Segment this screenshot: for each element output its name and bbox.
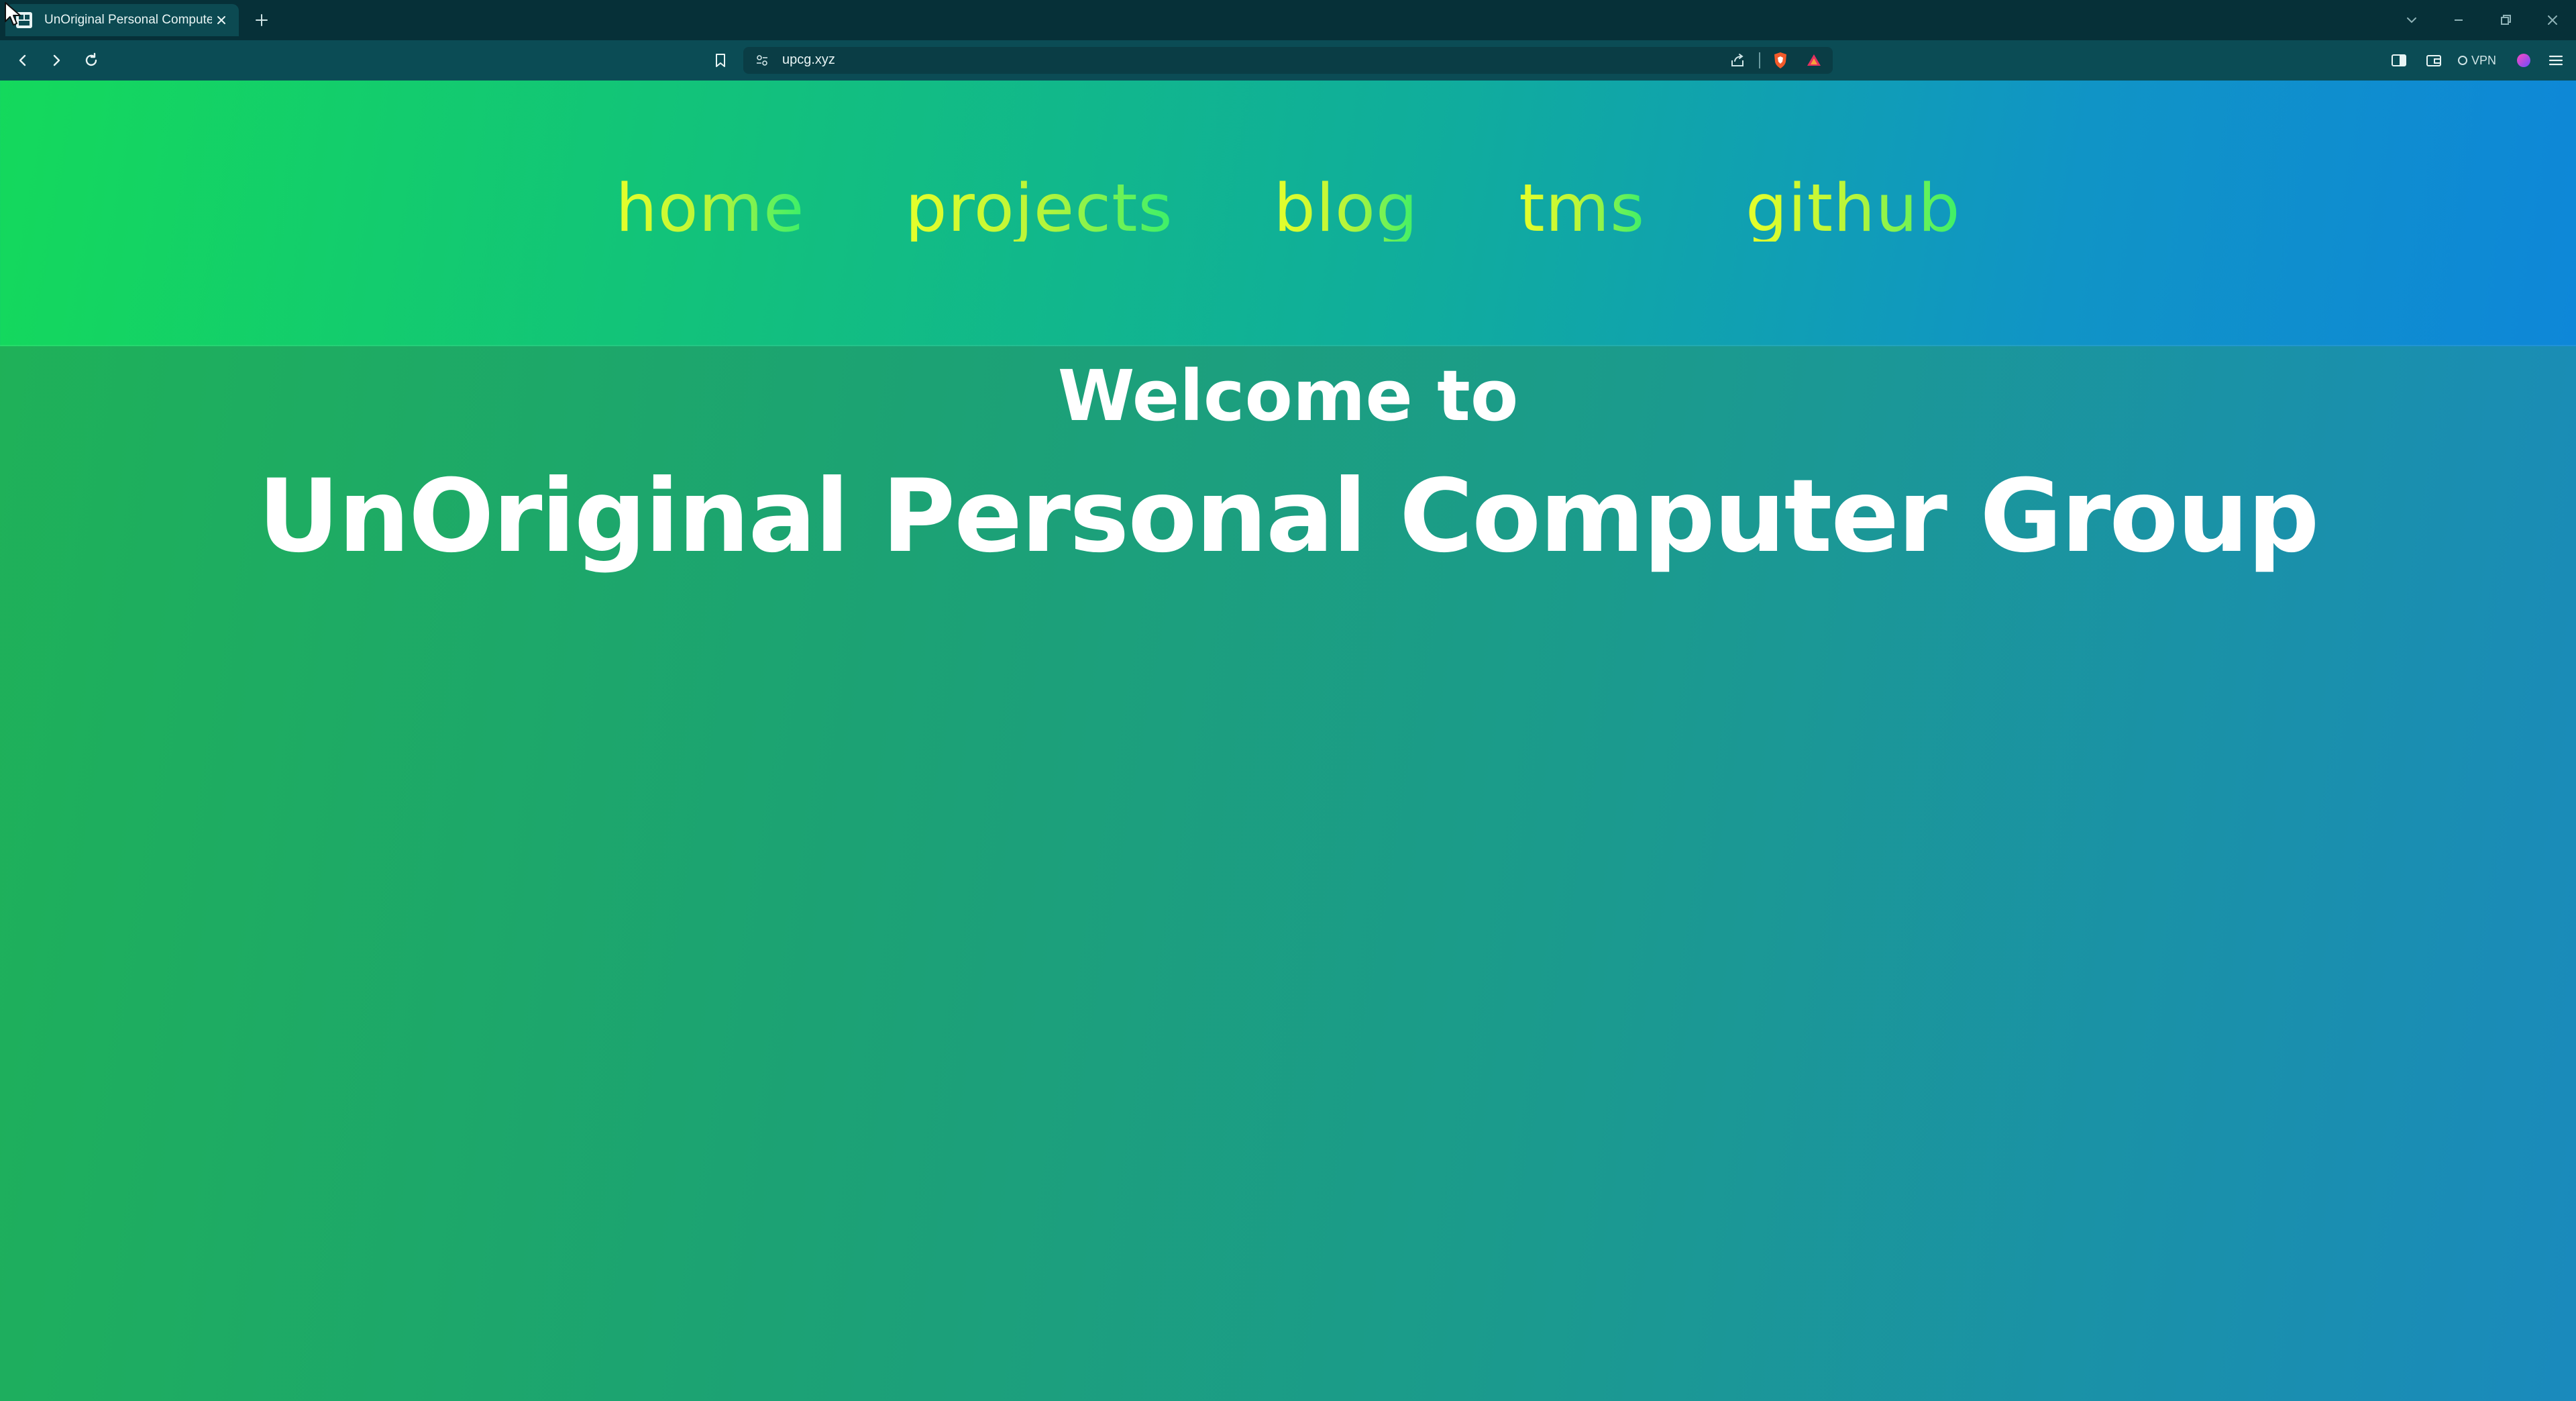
chevron-down-icon[interactable] (2388, 0, 2435, 40)
bookmark-icon[interactable] (708, 48, 733, 72)
page-title: UnOriginal Personal Computer Group (258, 458, 2319, 575)
window-close-icon[interactable] (2529, 0, 2576, 40)
url-text[interactable]: upcg.xyz (782, 52, 835, 68)
tab-upcg[interactable]: UnOriginal Personal Computer (5, 4, 239, 36)
nav-link-tms[interactable]: tms (1519, 176, 1645, 242)
plus-icon[interactable] (251, 9, 272, 31)
brave-shields-icon[interactable] (1771, 51, 1790, 70)
nav-link-projects[interactable]: projects (905, 176, 1173, 242)
divider (1759, 52, 1760, 68)
minimize-icon[interactable] (2435, 0, 2482, 40)
nav-link-github[interactable]: github (1746, 176, 1960, 242)
site-settings-icon[interactable] (753, 51, 771, 70)
nav-link-home[interactable]: home (616, 176, 805, 242)
reload-icon[interactable] (79, 48, 103, 72)
window-controls (2388, 0, 2576, 40)
tab-title: UnOriginal Personal Computer (44, 13, 212, 27)
browser-toolbar: upcg.xyz VPN (0, 40, 2576, 81)
brave-rewards-icon[interactable] (1805, 51, 1823, 70)
vpn-label: VPN (2471, 53, 2497, 67)
share-icon[interactable] (1728, 51, 1747, 70)
back-arrow-icon[interactable] (11, 48, 35, 72)
site-nav: home projects blog tms github (0, 176, 2576, 242)
browser-window: UnOriginal Personal Computer upcg.xyz VP… (0, 0, 2576, 1401)
vpn-status-icon (2458, 56, 2467, 65)
leo-ai-icon[interactable] (2512, 48, 2536, 72)
welcome-heading: Welcome to (1057, 355, 1519, 437)
mouse-cursor-icon (5, 2, 21, 25)
tab-bar: UnOriginal Personal Computer (0, 0, 2576, 40)
hamburger-menu-icon[interactable] (2544, 48, 2568, 72)
vpn-button[interactable]: VPN (2458, 51, 2496, 70)
address-bar[interactable]: upcg.xyz (743, 47, 1833, 74)
close-icon[interactable] (212, 11, 231, 30)
nav-link-blog[interactable]: blog (1274, 176, 1419, 242)
forward-arrow-icon[interactable] (44, 48, 68, 72)
sidebar-icon[interactable] (2387, 48, 2411, 72)
site-header: home projects blog tms github (0, 81, 2576, 346)
web-page: home projects blog tms github Welcome to… (0, 81, 2576, 1401)
wallet-icon[interactable] (2422, 48, 2446, 72)
restore-icon[interactable] (2482, 0, 2529, 40)
